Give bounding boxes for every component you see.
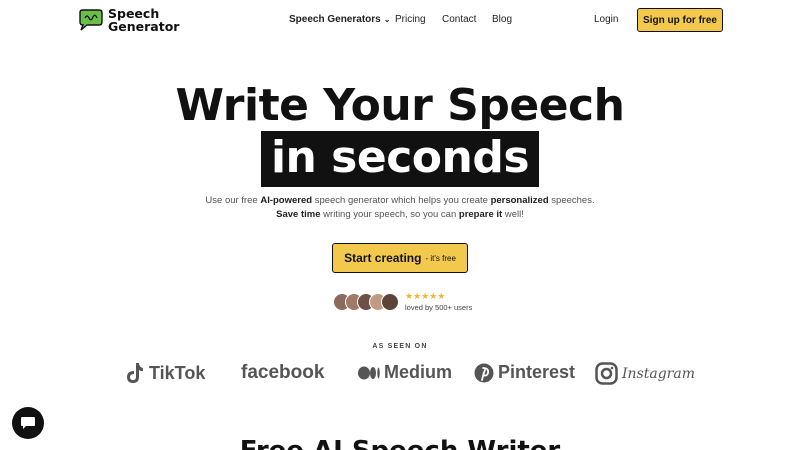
logo[interactable]: Speech Generator <box>77 7 179 33</box>
brand-facebook: facebook <box>241 362 324 384</box>
brand-instagram: Instagram <box>595 362 695 385</box>
next-section-heading: Free AI Speech Writer <box>0 436 800 450</box>
sub1-pre: Use our free <box>205 195 261 206</box>
hero-title-highlight: in seconds <box>260 131 540 187</box>
avatar <box>381 292 399 311</box>
brand-medium-label: Medium <box>384 362 453 382</box>
cta-label: Start creating <box>344 251 422 265</box>
brand-facebook-label: facebook <box>241 362 325 383</box>
brand-instagram-label: Instagram <box>622 365 695 382</box>
top-nav: Speech Generator Speech Generators ⌄ Pric… <box>0 0 800 42</box>
brand-tiktok: TikTok <box>125 362 205 384</box>
chat-bubble-icon <box>21 417 35 429</box>
start-creating-button[interactable]: Start creating - it's free <box>332 243 468 273</box>
logo-text-line2: Generator <box>108 19 180 34</box>
hero-subtitle-line1: Use our free AI-powered speech generator… <box>0 195 800 206</box>
cta-note: - it's free <box>425 253 456 263</box>
hero-title: Write Your Speech <box>175 80 625 131</box>
hero-title-highlight-wrap: in seconds <box>0 131 800 187</box>
chat-widget-button[interactable] <box>12 407 44 439</box>
brand-pinterest-label: Pinterest <box>498 362 576 382</box>
nav-pricing[interactable]: Pricing <box>395 14 426 25</box>
tiktok-icon <box>127 363 143 383</box>
sub2-bold-prepare: prepare it <box>458 209 503 220</box>
user-avatars <box>333 292 399 311</box>
brand-tiktok-label: TikTok <box>149 362 206 383</box>
brand-medium: Medium <box>358 362 452 383</box>
social-proof: ★★★★★ loved by 500+ users <box>333 291 472 312</box>
sub1-bold-ai: AI-powered <box>260 195 313 206</box>
nav-blog[interactable]: Blog <box>492 14 512 25</box>
hero-subtitle-line2: Save time writing your speech, so you ca… <box>0 209 800 220</box>
sub2-mid: writing your speech, so you can <box>320 209 459 220</box>
nav-contact[interactable]: Contact <box>442 14 476 25</box>
chevron-down-icon: ⌄ <box>383 15 391 24</box>
loved-by-text: loved by 500+ users <box>405 303 473 312</box>
signup-button[interactable]: Sign up for free <box>637 8 723 32</box>
login-link[interactable]: Login <box>594 14 618 25</box>
sub2-bold-save-time: Save time <box>276 209 321 220</box>
sub1-mid: speech generator which helps you create <box>312 195 491 206</box>
sub1-post: speeches. <box>548 195 595 206</box>
speech-bubble-logo-icon <box>77 9 104 31</box>
sub2-post: well! <box>502 209 524 220</box>
nav-speech-generators-label: Speech Generators <box>289 14 381 25</box>
sub1-bold-personalized: personalized <box>490 195 549 206</box>
nav-speech-generators[interactable]: Speech Generators ⌄ <box>289 14 390 25</box>
rating-stars-icon: ★★★★★ <box>405 291 446 301</box>
brand-pinterest: Pinterest <box>474 362 575 383</box>
instagram-icon <box>595 362 618 385</box>
medium-icon <box>358 366 380 379</box>
as-seen-on-label: AS SEEN ON <box>372 343 428 350</box>
pinterest-icon <box>474 363 494 382</box>
